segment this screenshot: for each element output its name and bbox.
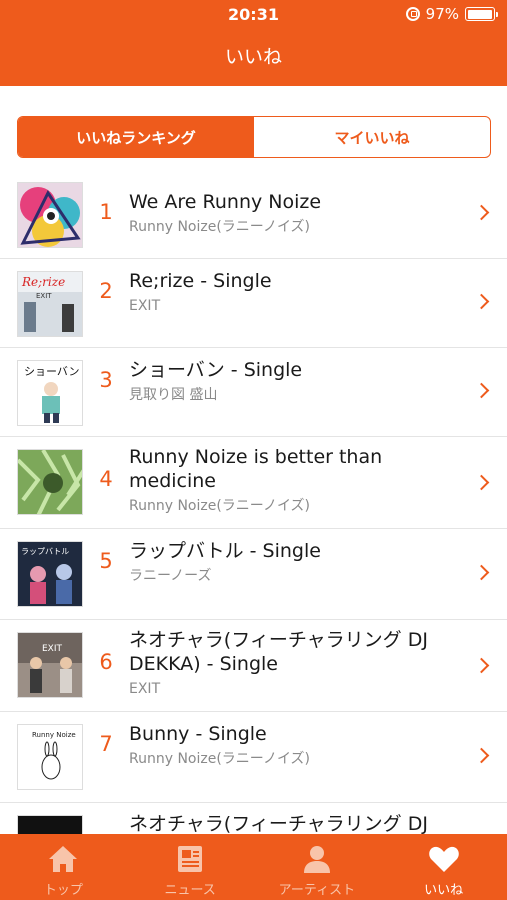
- battery-icon: [465, 7, 498, 21]
- rank-number: 4: [99, 467, 113, 491]
- list-item[interactable]: ショーバン 3 ショーバン - Single 見取り図 盛山: [0, 348, 507, 437]
- tab-label: トップ: [43, 883, 83, 898]
- track-info: ラップバトル - Single ラニーノーズ: [129, 539, 459, 587]
- tab-label: ニュース: [164, 883, 216, 898]
- rank-number: 6: [99, 650, 113, 674]
- album-artwork: [17, 815, 83, 834]
- list-item[interactable]: Re;rize EXIT 2 Re;rize - Single EXIT: [0, 259, 507, 348]
- battery-level: [467, 9, 492, 19]
- tab-label: いいね: [424, 883, 464, 898]
- track-info: We Are Runny Noize Runny Noize(ラニーノイズ): [129, 190, 459, 238]
- track-info: Re;rize - Single EXIT: [129, 269, 459, 317]
- track-info: Runny Noize is better than medicine Runn…: [129, 445, 459, 517]
- track-title: Re;rize - Single: [129, 270, 272, 292]
- rank-number: 2: [99, 279, 113, 303]
- rotation-lock-icon: [405, 7, 420, 21]
- tab-top[interactable]: トップ: [0, 834, 127, 900]
- chevron-right-icon: [473, 293, 490, 310]
- track-title: We Are Runny Noize: [129, 191, 322, 213]
- track-artist: EXIT: [129, 681, 161, 697]
- track-artist: EXIT: [129, 298, 161, 314]
- news-icon: [178, 846, 203, 872]
- chevron-right-icon: [473, 204, 490, 221]
- list-item[interactable]: EXIT 6 ネオチャラ(フィーチャラリング DJ DEKKA) - Singl…: [0, 620, 507, 712]
- tab-label: アーティスト: [278, 883, 356, 898]
- album-artwork: Runny Noize: [17, 724, 83, 790]
- home-icon: [49, 846, 78, 872]
- status-bar: 20:31 97%: [0, 0, 507, 30]
- page-title: いいね: [224, 46, 282, 68]
- list-item[interactable]: 1 We Are Runny Noize Runny Noize(ラニーノイズ): [0, 170, 507, 259]
- status-right: 97%: [405, 5, 498, 23]
- tab-artist[interactable]: アーティスト: [254, 834, 381, 900]
- track-title: ラップバトル - Single: [129, 540, 321, 562]
- chevron-right-icon: [473, 474, 490, 491]
- track-title: ネオチャラ(フィーチャラリング DJ DEKKA) - Single: [129, 629, 428, 675]
- track-info: Bunny - Single Runny Noize(ラニーノイズ): [129, 722, 459, 770]
- album-artwork: EXIT: [17, 632, 83, 698]
- tab-news[interactable]: ニュース: [127, 834, 254, 900]
- artwork-title-text: EXIT: [42, 644, 63, 654]
- tab-likes[interactable]: いいね: [380, 834, 507, 900]
- track-title: ネオチャラ(フィーチャラリング DJ: [129, 813, 428, 834]
- artwork-title-text: ショーバン: [24, 365, 79, 378]
- artwork-sub-text: EXIT: [36, 292, 52, 300]
- artwork-title-text: Re;rize: [21, 275, 65, 289]
- list-item[interactable]: ネオチャラ(フィーチャラリング DJ: [0, 803, 507, 834]
- album-artwork: [17, 449, 83, 515]
- track-artist: ラニーノーズ: [129, 568, 212, 584]
- chevron-right-icon: [473, 747, 490, 764]
- heart-icon: [428, 846, 459, 872]
- track-artist: Runny Noize(ラニーノイズ): [129, 219, 311, 235]
- track-title: ショーバン - Single: [129, 359, 303, 381]
- track-artist: Runny Noize(ラニーノイズ): [129, 751, 311, 767]
- album-artwork: ラップバトル: [17, 541, 83, 607]
- chevron-right-icon: [473, 657, 490, 674]
- track-artist: Runny Noize(ラニーノイズ): [129, 498, 311, 514]
- track-info: ネオチャラ(フィーチャラリング DJ: [129, 812, 459, 834]
- segment-like-ranking[interactable]: いいねランキング: [18, 117, 254, 157]
- artwork-title-text: ラップバトル: [21, 547, 69, 556]
- tab-bar: トップ ニュース アーティスト いいね: [0, 834, 507, 900]
- person-icon: [303, 846, 330, 873]
- album-artwork: [17, 182, 83, 248]
- ranking-list: 1 We Are Runny Noize Runny Noize(ラニーノイズ)…: [0, 170, 507, 834]
- album-artwork: ショーバン: [17, 360, 83, 426]
- list-item[interactable]: 4 Runny Noize is better than medicine Ru…: [0, 437, 507, 529]
- track-info: ネオチャラ(フィーチャラリング DJ DEKKA) - Single EXIT: [129, 628, 459, 700]
- list-item[interactable]: ラップバトル 5 ラップバトル - Single ラニーノーズ: [0, 529, 507, 620]
- segmented-control: いいねランキング マイいいね: [17, 116, 491, 158]
- track-title: Runny Noize is better than medicine: [129, 446, 383, 492]
- rank-number: 3: [99, 368, 113, 392]
- track-artist: 見取り図 盛山: [129, 387, 218, 403]
- app-header: 20:31 97% いいね: [0, 0, 507, 86]
- list-item[interactable]: Runny Noize 7 Bunny - Single Runny Noize…: [0, 712, 507, 803]
- battery-percent: 97%: [425, 5, 459, 23]
- album-artwork: Re;rize EXIT: [17, 271, 83, 337]
- segment-my-likes[interactable]: マイいいね: [254, 117, 490, 157]
- rank-number: 1: [99, 200, 113, 224]
- track-info: ショーバン - Single 見取り図 盛山: [129, 358, 459, 406]
- rank-number: 5: [99, 549, 113, 573]
- rank-number: 7: [99, 732, 113, 756]
- track-title: Bunny - Single: [129, 723, 267, 745]
- chevron-right-icon: [473, 564, 490, 581]
- chevron-right-icon: [473, 382, 490, 399]
- artwork-title-text: Runny Noize: [32, 731, 76, 739]
